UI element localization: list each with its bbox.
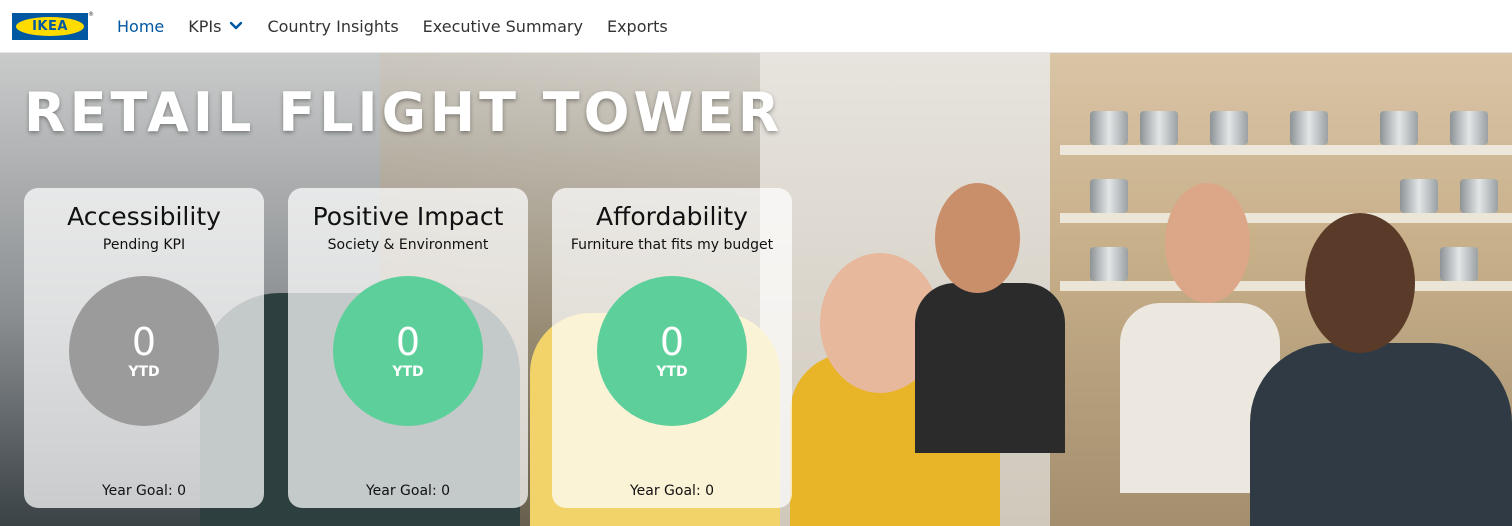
kpi-card-title: Accessibility xyxy=(67,202,221,231)
kpi-progress-circle: 0 YTD xyxy=(597,276,747,426)
main-nav: Home KPIs Country Insights Executive Sum… xyxy=(117,17,692,36)
nav-item-kpis-label: KPIs xyxy=(188,16,222,36)
nav-item-kpis[interactable]: KPIs xyxy=(188,17,243,36)
kpi-unit: YTD xyxy=(656,364,688,380)
kpi-year-goal: Year Goal: 0 xyxy=(365,483,451,499)
kpi-card-title: Positive Impact xyxy=(312,202,504,231)
kpi-unit: YTD xyxy=(128,364,160,380)
kpi-value: 0 xyxy=(395,320,421,364)
kpi-card-accessibility[interactable]: Accessibility Pending KPI 0 YTD Year Goa… xyxy=(24,188,264,508)
kpi-unit: YTD xyxy=(392,364,424,380)
kpi-progress-circle: 0 YTD xyxy=(69,276,219,426)
logo-oval: IKEA xyxy=(16,16,84,36)
kpi-value: 0 xyxy=(131,320,157,364)
nav-item-country-insights[interactable]: Country Insights xyxy=(267,17,398,36)
registered-mark: ® xyxy=(88,10,94,18)
kpi-year-goal: Year Goal: 0 xyxy=(101,483,187,499)
kpi-card-positive-impact[interactable]: Positive Impact Society & Environment 0 … xyxy=(288,188,528,508)
nav-item-exports[interactable]: Exports xyxy=(607,17,668,36)
nav-item-executive-summary[interactable]: Executive Summary xyxy=(423,17,583,36)
kpi-card-title: Affordability xyxy=(596,202,748,231)
kpi-year-goal: Year Goal: 0 xyxy=(629,483,715,499)
top-nav-bar: IKEA ® Home KPIs Country Insights Execut… xyxy=(0,0,1512,53)
kpi-card-subtitle: Society & Environment xyxy=(327,237,489,253)
kpi-card-subtitle: Furniture that fits my budget xyxy=(570,237,774,253)
logo-text: IKEA xyxy=(32,18,68,34)
kpi-card-affordability[interactable]: Affordability Furniture that fits my bud… xyxy=(552,188,792,508)
chevron-down-icon xyxy=(230,21,243,30)
kpi-card-subtitle: Pending KPI xyxy=(102,237,186,253)
nav-item-home[interactable]: Home xyxy=(117,17,164,36)
ikea-logo[interactable]: IKEA ® xyxy=(12,11,94,40)
page-title: RETAIL FLIGHT TOWER xyxy=(24,81,784,144)
kpi-value: 0 xyxy=(659,320,685,364)
hero-banner: RETAIL FLIGHT TOWER Accessibility Pendin… xyxy=(0,53,1512,526)
kpi-progress-circle: 0 YTD xyxy=(333,276,483,426)
